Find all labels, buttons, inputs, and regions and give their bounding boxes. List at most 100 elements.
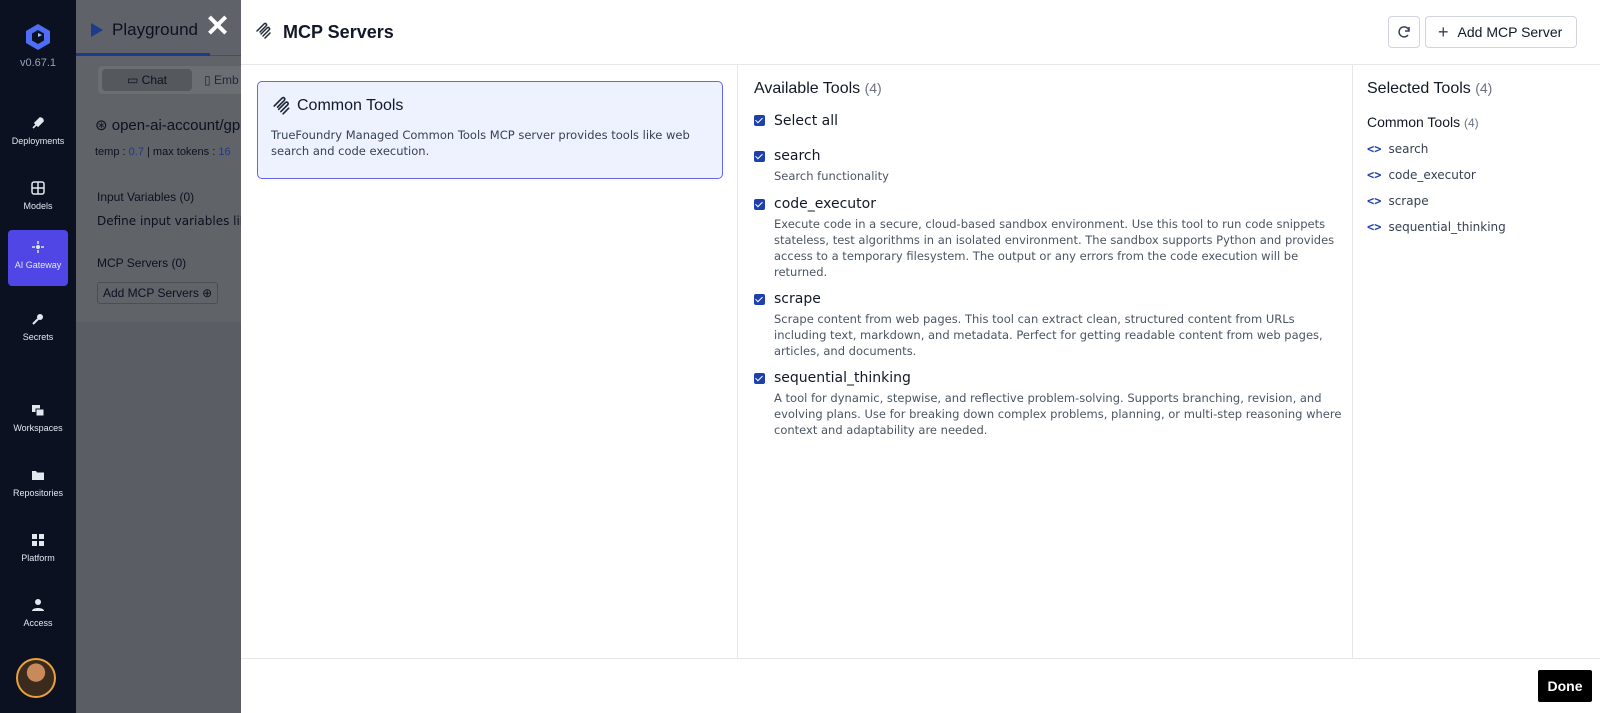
tool-checkbox[interactable] xyxy=(754,373,765,384)
tool-checkbox[interactable] xyxy=(754,151,765,162)
nav-label: Models xyxy=(23,201,53,211)
available-tools-count: (4) xyxy=(864,80,882,96)
model-label: open-ai-account/gp xyxy=(111,117,241,134)
platform-icon xyxy=(32,534,44,546)
selected-tools-count: (4) xyxy=(1475,80,1493,96)
play-icon xyxy=(91,23,103,37)
selected-tool-name: sequential_thinking xyxy=(1388,220,1506,234)
add-mcp-server-button[interactable]: + Add MCP Server xyxy=(1425,16,1577,48)
nav-item-ai-gateway[interactable]: AI Gateway xyxy=(8,230,68,286)
add-mcp-servers-button[interactable]: Add MCP Servers ⊕ xyxy=(97,282,219,304)
selected-tool-name: code_executor xyxy=(1388,168,1476,182)
nav-label: Platform xyxy=(21,553,55,563)
selected-tool-name: search xyxy=(1388,142,1429,156)
tool-checkbox[interactable] xyxy=(754,294,765,305)
tool-name: code_executor xyxy=(774,196,876,212)
avatar[interactable] xyxy=(16,658,56,698)
user-icon xyxy=(32,599,44,611)
mcp-icon xyxy=(273,96,290,115)
mcp-icon xyxy=(256,22,271,39)
selected-group: Common Tools (4) xyxy=(1367,114,1582,130)
nav-item-workspaces[interactable]: Workspaces xyxy=(8,393,68,449)
selected-tools-title: Selected Tools (4) xyxy=(1367,80,1582,98)
available-tools-label: Available Tools xyxy=(754,80,861,97)
available-tools-panel: Available Tools (4) Select all search Se… xyxy=(754,80,1344,438)
tab-playground[interactable]: Playground xyxy=(90,20,198,40)
nav-item-secrets[interactable]: Secrets xyxy=(8,302,68,358)
column-divider xyxy=(1352,65,1353,659)
selected-tool-item: <> scrape xyxy=(1367,194,1582,208)
selected-group-name: Common Tools xyxy=(1367,114,1461,130)
input-variables-desc: Define input variables lik xyxy=(97,214,241,228)
gateway-icon xyxy=(32,241,44,253)
temp-label: temp : xyxy=(95,146,126,158)
nav-item-repositories[interactable]: Repositories xyxy=(8,458,68,514)
tab-playground-label: Playground xyxy=(112,20,199,39)
selected-tool-item: <> sequential_thinking xyxy=(1367,220,1582,234)
selected-group-count: (4) xyxy=(1464,116,1479,130)
folder-icon xyxy=(32,471,44,480)
embed-mode-button[interactable]: ▯ Emb xyxy=(204,66,239,94)
key-icon xyxy=(32,314,43,325)
add-mcp-servers-label: Add MCP Servers xyxy=(103,286,199,300)
max-tokens-value: 16 xyxy=(218,146,231,158)
nav-item-platform[interactable]: Platform xyxy=(8,523,68,579)
tool-description: A tool for dynamic, stepwise, and reflec… xyxy=(774,391,1342,437)
code-icon: <> xyxy=(1367,194,1382,208)
select-all-checkbox[interactable] xyxy=(754,115,765,126)
temp-value: 0.7 xyxy=(128,146,144,158)
plus-icon: + xyxy=(1438,22,1449,42)
embed-mode-label: Emb xyxy=(213,73,239,87)
tool-checkbox[interactable] xyxy=(754,199,765,210)
column-divider xyxy=(737,65,738,659)
doc-icon: ▯ xyxy=(204,73,211,87)
modal-footer-divider xyxy=(241,658,1600,659)
nav-label: Workspaces xyxy=(13,423,63,433)
selected-tools-panel: Selected Tools (4) Common Tools (4) <> s… xyxy=(1367,80,1582,234)
tool-row-search[interactable]: search Search functionality xyxy=(754,148,1344,184)
max-tokens-label: max tokens : xyxy=(152,146,216,158)
tool-name: sequential_thinking xyxy=(774,370,911,386)
selected-tools-label: Selected Tools xyxy=(1367,80,1471,97)
chat-mode-label: Chat xyxy=(141,73,168,87)
code-icon: <> xyxy=(1367,142,1382,156)
nav-label: Repositories xyxy=(12,488,64,498)
server-card-common-tools[interactable]: Common Tools TrueFoundry Managed Common … xyxy=(257,81,723,179)
nav-item-models[interactable]: Models xyxy=(8,171,68,227)
server-description: TrueFoundry Managed Common Tools MCP ser… xyxy=(271,128,690,158)
add-mcp-server-label: Add MCP Server xyxy=(1457,24,1563,40)
done-button[interactable]: Done xyxy=(1538,670,1592,702)
tool-description: Scrape content from web pages. This tool… xyxy=(774,312,1323,358)
model-selector[interactable]: ⊛ open-ai-account/gp xyxy=(95,116,241,134)
available-tools-title: Available Tools (4) xyxy=(754,80,1344,98)
code-icon: <> xyxy=(1367,168,1382,182)
openai-icon: ⊛ xyxy=(95,117,108,134)
chat-icon: ▭ xyxy=(126,73,139,87)
modal-header: MCP Servers + Add MCP Server xyxy=(241,0,1600,65)
tool-name: scrape xyxy=(774,291,821,307)
grid-icon xyxy=(31,181,45,195)
workspaces-icon xyxy=(32,405,45,417)
select-all-row[interactable]: Select all xyxy=(754,112,1344,130)
tool-description: Search functionality xyxy=(774,169,889,183)
code-icon: <> xyxy=(1367,220,1382,234)
mcp-servers-modal: MCP Servers + Add MCP Server Common Tool… xyxy=(241,0,1600,713)
selected-tool-name: scrape xyxy=(1388,194,1429,208)
close-icon[interactable]: ✕ xyxy=(205,12,230,42)
nav-item-access[interactable]: Access xyxy=(8,588,68,644)
mcp-servers-title: MCP Servers (0) xyxy=(97,256,187,270)
tool-row-scrape[interactable]: scrape Scrape content from web pages. Th… xyxy=(754,291,1344,359)
plus-circle-icon: ⊕ xyxy=(202,286,213,300)
model-params: temp : 0.7 | max tokens : 16 xyxy=(95,146,231,158)
truefoundry-logo-icon[interactable] xyxy=(23,22,53,52)
selected-tool-item: <> code_executor xyxy=(1367,168,1582,182)
tool-row-code-executor[interactable]: code_executor Execute code in a secure, … xyxy=(754,196,1344,280)
refresh-button[interactable] xyxy=(1388,16,1420,48)
tool-row-sequential-thinking[interactable]: sequential_thinking A tool for dynamic, … xyxy=(754,370,1344,438)
rocket-icon xyxy=(32,117,44,129)
app-version: v0.67.1 xyxy=(19,57,57,69)
nav-label: Access xyxy=(23,618,53,628)
nav-item-deployments[interactable]: Deployments xyxy=(8,106,68,162)
modal-title: MCP Servers xyxy=(283,22,394,42)
chat-mode-button[interactable]: ▭ Chat xyxy=(102,69,192,91)
